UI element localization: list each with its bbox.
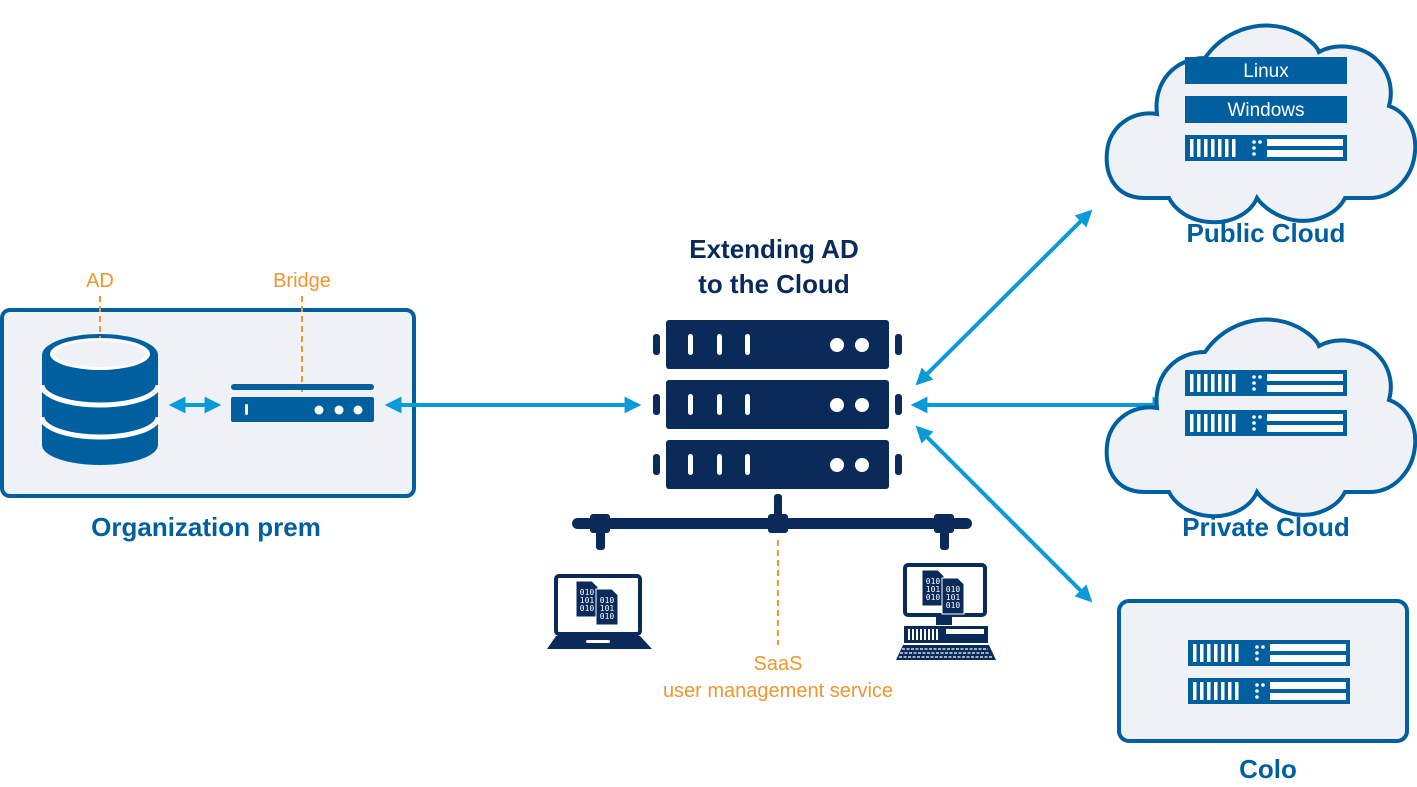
laptop-icon: 010101010010101010 (547, 574, 652, 649)
colo-label: Colo (1239, 754, 1297, 784)
binary-files-icon: 010101010010101010 (921, 569, 965, 615)
desktop-computer-icon: 010101010010101010 (896, 563, 996, 660)
colo-group: Colo (1117, 599, 1409, 784)
public-cloud-arrow (915, 209, 1093, 386)
rack-server-icon (1185, 410, 1347, 436)
database-icon (39, 334, 161, 465)
organization-prem-group: AD Bridge Organization prem (0, 270, 416, 542)
binary-text: 010 (580, 604, 595, 613)
ad-label: AD (86, 270, 114, 292)
saas-label: SaaS (754, 653, 803, 675)
architecture-diagram: AD Bridge Organization prem Extending AD… (0, 23, 1417, 784)
os-label-linux: Linux (1243, 61, 1289, 82)
rack-server-icon (1188, 678, 1350, 704)
server-unit (653, 440, 902, 489)
cloud-shape (1104, 23, 1417, 225)
rack-server-icon (1185, 135, 1347, 161)
public-cloud-label: Public Cloud (1187, 218, 1346, 248)
server-stack-icon (653, 320, 902, 489)
main-title-line1: Extending AD (689, 234, 858, 264)
organization-prem-label: Organization prem (91, 512, 321, 542)
server-unit (653, 320, 902, 369)
rack-server-icon (1188, 640, 1350, 666)
os-label-windows: Windows (1227, 100, 1304, 121)
server-unit (653, 380, 902, 429)
saas-description: user management service (663, 680, 893, 702)
private-cloud-label: Private Cloud (1182, 512, 1350, 542)
binary-files-icon: 010101010010101010 (575, 580, 619, 626)
main-title-line2: to the Cloud (698, 269, 850, 299)
private-cloud-group: Private Cloud (1104, 317, 1417, 542)
binary-text: 010 (946, 601, 961, 610)
public-cloud-group: Linux Windows Public Cloud (1104, 23, 1417, 248)
binary-text: 010 (926, 593, 941, 602)
rack-server-icon (1185, 370, 1347, 396)
binary-text: 010 (600, 612, 615, 621)
network-bus-icon (572, 494, 972, 550)
bridge-label: Bridge (273, 270, 331, 292)
bridge-device-icon (231, 384, 374, 422)
colo-box (1117, 599, 1409, 743)
